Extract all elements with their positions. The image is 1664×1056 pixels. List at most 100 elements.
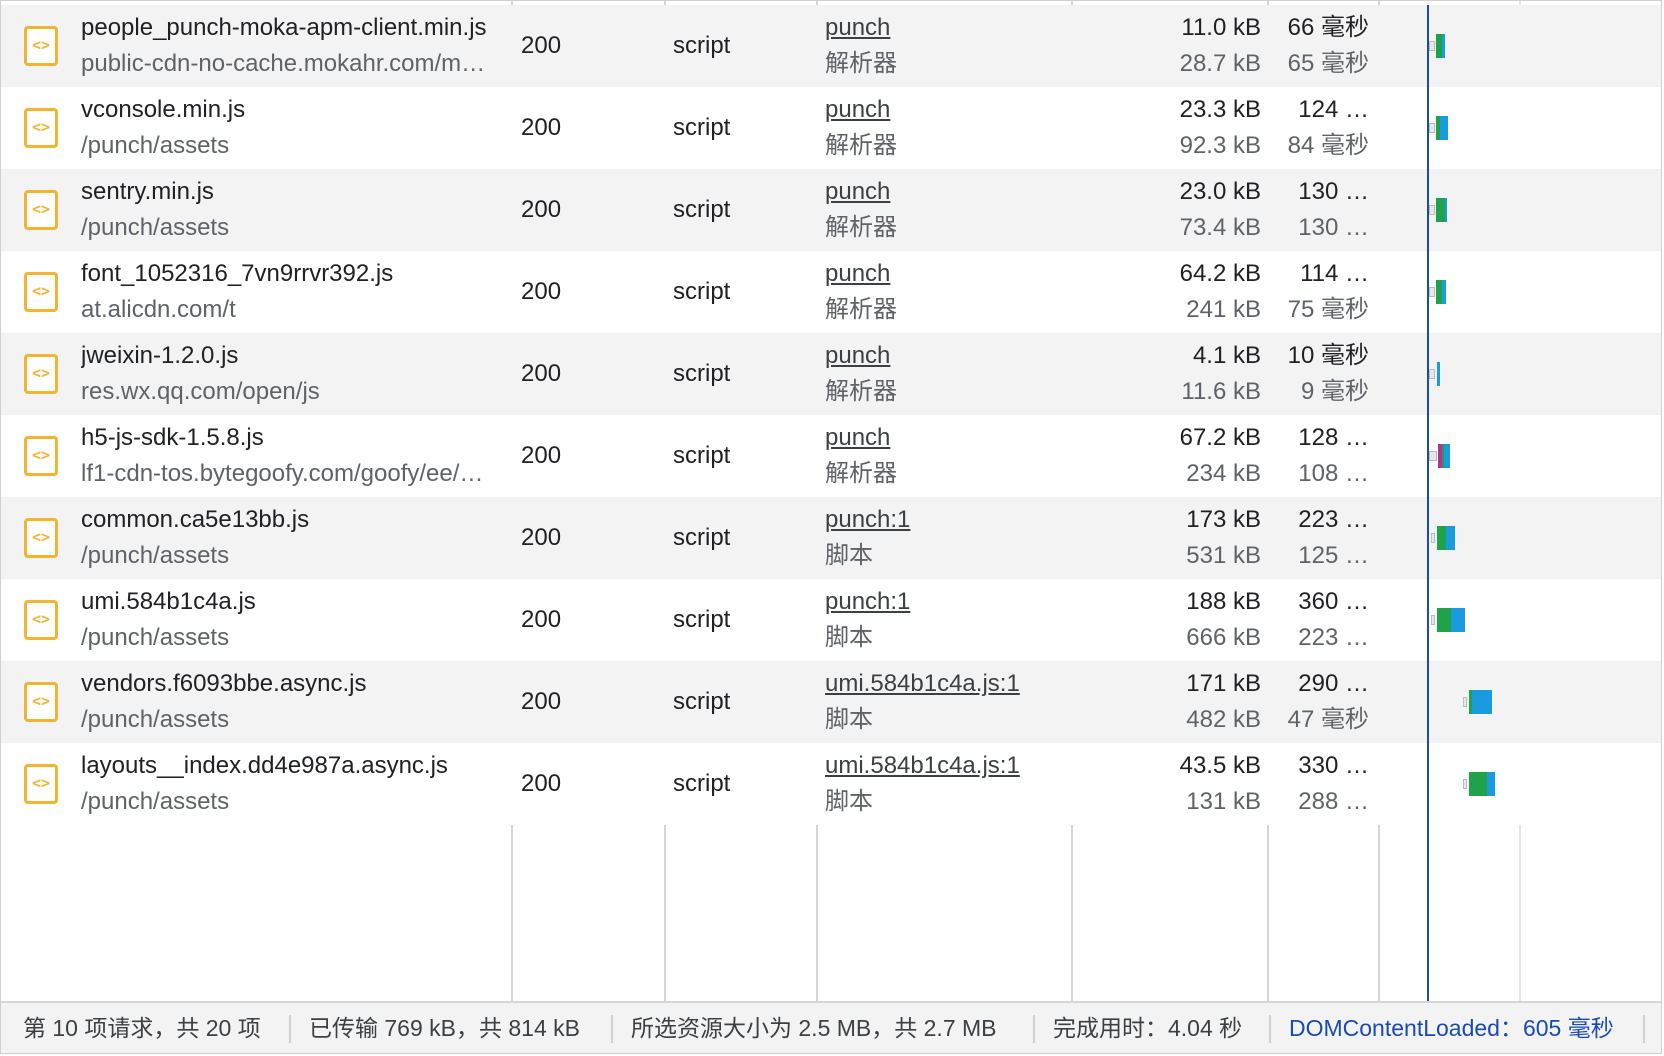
type-cell: script (673, 32, 731, 59)
initiator-cell: umi.584b1c4a.js:1 脚本 (825, 661, 1065, 743)
status-divider (1269, 1015, 1271, 1043)
request-name: umi.584b1c4a.js (81, 588, 256, 615)
transferred-size: 171 kB (1186, 670, 1261, 697)
waterfall-cell[interactable] (1381, 87, 1661, 169)
name-cell[interactable]: <> vendors.f6093bbe.async.js /punch/asse… (1, 661, 511, 743)
size-cell: 11.0 kB 28.7 kB (1073, 5, 1261, 87)
table-row[interactable]: <> umi.584b1c4a.js /punch/assets 200 scr… (1, 579, 1661, 661)
resource-size: 531 kB (1186, 542, 1261, 569)
waterfall-download-bar (1442, 280, 1446, 304)
time-cell: 10 毫秒 9 毫秒 (1277, 333, 1377, 415)
waterfall-cell[interactable] (1381, 743, 1661, 825)
waterfall-cell[interactable] (1381, 497, 1661, 579)
table-row[interactable]: <> people_punch-moka-apm-client.min.js p… (1, 5, 1661, 87)
name-cell[interactable]: <> h5-js-sdk-1.5.8.js lf1-cdn-tos.bytego… (1, 415, 511, 497)
initiator-cell: punch 解析器 (825, 5, 1065, 87)
waterfall-download-bar (1440, 116, 1448, 140)
status-cell: 200 (521, 688, 562, 715)
initiator-link[interactable]: punch (825, 338, 890, 374)
initiator-link[interactable]: umi.584b1c4a.js:1 (825, 748, 1020, 784)
total-time: 223 … (1298, 506, 1369, 533)
script-file-icon: <> (24, 108, 58, 148)
table-row[interactable]: <> jweixin-1.2.0.js res.wx.qq.com/open/j… (1, 333, 1661, 415)
table-row[interactable]: <> font_1052316_7vn9rrvr392.js at.alicdn… (1, 251, 1661, 333)
domcontentloaded-marker (1427, 5, 1429, 1005)
latency-time: 47 毫秒 (1287, 706, 1369, 733)
status-divider (611, 1015, 613, 1043)
initiator-type: 脚本 (825, 542, 873, 569)
request-domain: /punch/assets (81, 624, 230, 651)
name-cell[interactable]: <> font_1052316_7vn9rrvr392.js at.alicdn… (1, 251, 511, 333)
script-file-icon: <> (24, 518, 58, 558)
script-file-icon: <> (24, 26, 58, 66)
initiator-link[interactable]: punch (825, 174, 890, 210)
waterfall-cell[interactable] (1381, 5, 1661, 87)
waterfall-cell[interactable] (1381, 169, 1661, 251)
size-cell: 4.1 kB 11.6 kB (1073, 333, 1261, 415)
waterfall-download-bar (1445, 198, 1447, 222)
type-cell: script (673, 114, 731, 141)
initiator-link[interactable]: punch:1 (825, 502, 910, 538)
script-file-icon: <> (24, 272, 58, 312)
initiator-link[interactable]: punch (825, 256, 890, 292)
transferred-size: 4.1 kB (1192, 342, 1261, 369)
script-file-icon: <> (24, 354, 58, 394)
total-time: 128 … (1298, 424, 1369, 451)
total-time: 114 … (1300, 260, 1369, 287)
initiator-link[interactable]: punch (825, 10, 890, 46)
waterfall-cell[interactable] (1381, 579, 1661, 661)
resource-size: 241 kB (1186, 296, 1261, 323)
latency-time: 288 … (1298, 788, 1369, 815)
total-time: 66 毫秒 (1287, 14, 1369, 41)
waterfall-wait-bar (1437, 526, 1446, 550)
table-row[interactable]: <> sentry.min.js /punch/assets 200 scrip… (1, 169, 1661, 251)
name-cell[interactable]: <> jweixin-1.2.0.js res.wx.qq.com/open/j… (1, 333, 511, 415)
type-cell: script (673, 770, 731, 797)
initiator-type: 脚本 (825, 624, 873, 651)
name-cell[interactable]: <> umi.584b1c4a.js /punch/assets (1, 579, 511, 661)
size-cell: 23.0 kB 73.4 kB (1073, 169, 1261, 251)
table-row[interactable]: <> h5-js-sdk-1.5.8.js lf1-cdn-tos.bytego… (1, 415, 1661, 497)
transferred-size: 64.2 kB (1179, 260, 1261, 287)
initiator-cell: punch 解析器 (825, 333, 1065, 415)
script-file-icon: <> (24, 436, 58, 476)
name-cell[interactable]: <> common.ca5e13bb.js /punch/assets (1, 497, 511, 579)
initiator-type: 解析器 (825, 460, 897, 487)
table-row[interactable]: <> vconsole.min.js /punch/assets 200 scr… (1, 87, 1661, 169)
status-cell: 200 (521, 770, 562, 797)
time-cell: 360 … 223 … (1277, 579, 1377, 661)
time-cell: 124 … 84 毫秒 (1277, 87, 1377, 169)
table-row[interactable]: <> vendors.f6093bbe.async.js /punch/asse… (1, 661, 1661, 743)
table-row[interactable]: <> common.ca5e13bb.js /punch/assets 200 … (1, 497, 1661, 579)
request-domain: lf1-cdn-tos.bytegoofy.com/goofy/ee/… (81, 460, 484, 487)
initiator-link[interactable]: umi.584b1c4a.js:1 (825, 666, 1020, 702)
waterfall-queue-bar (1429, 41, 1435, 51)
name-cell[interactable]: <> sentry.min.js /punch/assets (1, 169, 511, 251)
initiator-link[interactable]: punch (825, 92, 890, 128)
waterfall-cell[interactable] (1381, 251, 1661, 333)
table-row[interactable]: <> layouts__index.dd4e987a.async.js /pun… (1, 743, 1661, 825)
waterfall-cell[interactable] (1381, 661, 1661, 743)
waterfall-cell[interactable] (1381, 333, 1661, 415)
initiator-link[interactable]: punch (825, 420, 890, 456)
name-cell[interactable]: <> vconsole.min.js /punch/assets (1, 87, 511, 169)
status-cell: 200 (521, 114, 562, 141)
initiator-link[interactable]: punch:1 (825, 584, 910, 620)
waterfall-cell[interactable] (1381, 415, 1661, 497)
status-cell: 200 (521, 32, 562, 59)
request-name: h5-js-sdk-1.5.8.js (81, 424, 264, 451)
waterfall-download-bar (1451, 608, 1465, 632)
initiator-cell: punch:1 脚本 (825, 497, 1065, 579)
time-cell: 223 … 125 … (1277, 497, 1377, 579)
waterfall-download-bar (1444, 444, 1450, 468)
waterfall-queue-bar (1429, 287, 1435, 297)
name-cell[interactable]: <> people_punch-moka-apm-client.min.js p… (1, 5, 511, 87)
status-cell: 200 (521, 442, 562, 469)
name-cell[interactable]: <> layouts__index.dd4e987a.async.js /pun… (1, 743, 511, 825)
waterfall-queue-bar (1429, 123, 1435, 133)
waterfall-queue-bar (1463, 697, 1467, 707)
request-name: jweixin-1.2.0.js (81, 342, 239, 369)
request-name: common.ca5e13bb.js (81, 506, 310, 533)
initiator-cell: punch 解析器 (825, 169, 1065, 251)
request-table: <> people_punch-moka-apm-client.min.js p… (1, 1, 1661, 1005)
